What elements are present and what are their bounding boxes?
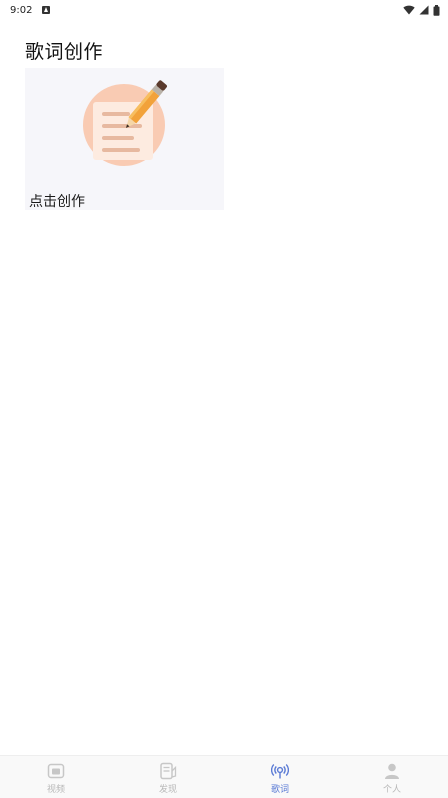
pencil-note-icon bbox=[83, 80, 167, 166]
nav-label-profile: 个人 bbox=[382, 785, 401, 795]
status-time: 9:02 bbox=[10, 4, 33, 16]
nav-item-discover[interactable]: 发现 bbox=[112, 756, 224, 798]
discover-icon bbox=[160, 762, 177, 780]
bottom-nav: 视频 发现 歌词 个人 bbox=[0, 755, 448, 798]
nav-label-discover: 发现 bbox=[158, 785, 177, 795]
status-left: 9:02 bbox=[10, 4, 51, 16]
profile-icon bbox=[385, 763, 399, 779]
wifi-icon bbox=[403, 5, 415, 15]
lyrics-icon bbox=[271, 764, 289, 779]
nav-item-video[interactable]: 视频 bbox=[0, 756, 112, 798]
signal-icon bbox=[419, 5, 429, 15]
app-screen: 9:02 歌词创作 点击创作 视频 发现 歌词 个人 bbox=[0, 0, 448, 798]
nav-item-profile[interactable]: 个人 bbox=[336, 756, 448, 798]
video-icon bbox=[47, 763, 65, 779]
page-title: 歌词创作 bbox=[25, 41, 104, 63]
nav-item-lyrics[interactable]: 歌词 bbox=[224, 756, 336, 798]
nav-label-video: 视频 bbox=[46, 785, 65, 795]
create-label: 点击创作 bbox=[29, 194, 85, 210]
battery-icon bbox=[433, 4, 440, 16]
status-right bbox=[403, 4, 440, 16]
status-bar: 9:02 bbox=[0, 0, 448, 20]
notification-icon bbox=[42, 6, 51, 14]
create-lyrics-card[interactable]: 点击创作 bbox=[25, 68, 224, 210]
nav-label-lyrics: 歌词 bbox=[270, 785, 289, 795]
